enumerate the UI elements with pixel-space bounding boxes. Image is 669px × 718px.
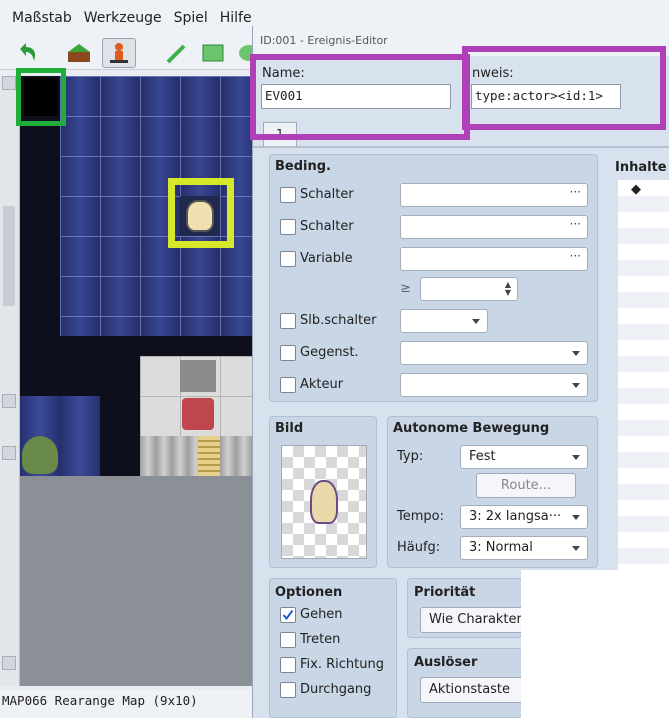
chevron-down-icon: [472, 319, 480, 324]
through-checkbox[interactable]: [280, 682, 296, 698]
actor-select[interactable]: [400, 373, 588, 397]
switch1-checkbox[interactable]: [280, 187, 296, 203]
switch2-checkbox[interactable]: [280, 219, 296, 235]
route-button[interactable]: Route...: [476, 473, 576, 498]
menu-spiel[interactable]: Spiel: [174, 0, 208, 36]
priority-group: Priorität Wie Charaktere: [407, 578, 530, 638]
contents-list[interactable]: ◆: [618, 180, 669, 580]
direction-fix-label: Fix. Richtung: [300, 657, 384, 672]
pencil-icon[interactable]: [164, 40, 190, 66]
image-header: Bild: [275, 421, 304, 436]
frequency-select[interactable]: 3: Normal: [460, 536, 588, 560]
rectangle-icon[interactable]: [200, 40, 226, 66]
highlight-green-box: [16, 68, 66, 126]
speed-label: Tempo:: [397, 509, 444, 524]
scroll-up-button-2[interactable]: [2, 446, 16, 460]
contents-header: Inhalte: [615, 160, 667, 175]
options-header: Optionen: [275, 585, 343, 600]
dots-icon: ···: [569, 185, 581, 199]
chevron-down-icon: [572, 351, 580, 356]
left-scroll-panel: [0, 76, 20, 686]
priority-header: Priorität: [414, 585, 476, 600]
map-out-of-bounds: [20, 476, 260, 686]
highlight-purple-note: [462, 46, 666, 130]
occlusion-box: [521, 570, 669, 718]
self-switch-checkbox[interactable]: [280, 313, 296, 329]
self-switch-label: Slb.schalter: [300, 313, 377, 328]
trigger-group: Auslöser Aktionstaste: [407, 648, 530, 718]
chevron-down-icon: [572, 515, 580, 520]
type-value: Fest: [469, 449, 496, 464]
scroll-down-button-2[interactable]: [2, 656, 16, 670]
options-group: Optionen Gehen Treten Fix. Richtung Durc…: [269, 578, 397, 718]
frequency-label: Häufg:: [397, 540, 441, 555]
actor-label: Akteur: [300, 377, 344, 392]
walking-label: Gehen: [300, 607, 343, 622]
autonomous-header: Autonome Bewegung: [393, 421, 550, 436]
stepping-label: Treten: [300, 632, 341, 647]
event-icon: [110, 43, 128, 63]
switch2-select[interactable]: ···: [400, 215, 588, 239]
toolbar: [0, 36, 260, 70]
variable-select[interactable]: ···: [400, 247, 588, 271]
trigger-header: Auslöser: [414, 655, 478, 670]
conditions-header: Beding.: [275, 159, 331, 174]
highlight-purple-name: [250, 54, 470, 140]
command-diamond-icon[interactable]: ◆: [631, 182, 641, 197]
self-switch-select[interactable]: [400, 309, 488, 333]
undo-icon[interactable]: [14, 40, 40, 66]
actor-checkbox[interactable]: [280, 377, 296, 393]
type-select[interactable]: Fest: [460, 445, 588, 469]
speed-value: 3: 2x langsa···: [469, 509, 562, 524]
switch1-select[interactable]: ···: [400, 183, 588, 207]
autonomous-movement-group: Autonome Bewegung Typ: Fest Route... Tem…: [387, 416, 598, 568]
item-label: Gegenst.: [300, 345, 359, 360]
menu-hilfe[interactable]: Hilfe: [220, 0, 252, 36]
direction-fix-checkbox[interactable]: [280, 657, 296, 673]
highlight-yellow-box: [168, 178, 234, 248]
tab-divider: [253, 146, 669, 148]
goblin-sprite[interactable]: [22, 436, 58, 474]
image-preview[interactable]: [281, 445, 367, 559]
dots-icon: ···: [569, 249, 581, 263]
switch1-label: Schalter: [300, 187, 354, 202]
event-mode-button[interactable]: [102, 38, 136, 68]
clown-sprite[interactable]: [182, 398, 214, 430]
scroll-up-button[interactable]: [2, 76, 16, 90]
stairs: [198, 436, 220, 476]
walking-checkbox[interactable]: [280, 607, 296, 623]
speed-select[interactable]: 3: 2x langsa···: [460, 505, 588, 529]
status-bar: MAP066 Rearange Map (9x10): [0, 690, 260, 718]
variable-label: Variable: [300, 251, 353, 266]
scroll-thumb[interactable]: [3, 206, 15, 306]
scroll-down-button[interactable]: [2, 394, 16, 408]
stepping-checkbox[interactable]: [280, 632, 296, 648]
item-select[interactable]: [400, 341, 588, 365]
chevron-down-icon: [572, 455, 580, 460]
switch2-label: Schalter: [300, 219, 354, 234]
map-canvas[interactable]: [20, 76, 260, 686]
item-checkbox[interactable]: [280, 345, 296, 361]
black-tile: [24, 78, 58, 116]
dots-icon: ···: [569, 217, 581, 231]
map-layer-icon[interactable]: [66, 40, 92, 66]
statue-tile: [180, 360, 216, 392]
conditions-group: Beding. Schalter ··· Schalter ··· Variab…: [269, 154, 598, 402]
trigger-select[interactable]: Aktionstaste: [420, 677, 530, 703]
priority-select[interactable]: Wie Charaktere: [420, 607, 530, 633]
menu-massstab[interactable]: Maßstab: [12, 0, 72, 36]
actor-sprite-preview: [310, 480, 338, 524]
chevron-down-icon: [572, 383, 580, 388]
menu-werkzeuge[interactable]: Werkzeuge: [84, 0, 162, 36]
spinner-arrows-icon[interactable]: ▲ ▼: [505, 281, 511, 297]
ge-symbol: ≥: [400, 281, 411, 296]
variable-checkbox[interactable]: [280, 251, 296, 267]
variable-value-spinner[interactable]: ▲ ▼: [420, 277, 518, 301]
frequency-value: 3: Normal: [469, 540, 533, 555]
checkmark-icon: [282, 609, 294, 621]
through-label: Durchgang: [300, 682, 372, 697]
type-label: Typ:: [397, 449, 424, 464]
chevron-down-icon: [572, 546, 580, 551]
image-group: Bild: [269, 416, 377, 568]
